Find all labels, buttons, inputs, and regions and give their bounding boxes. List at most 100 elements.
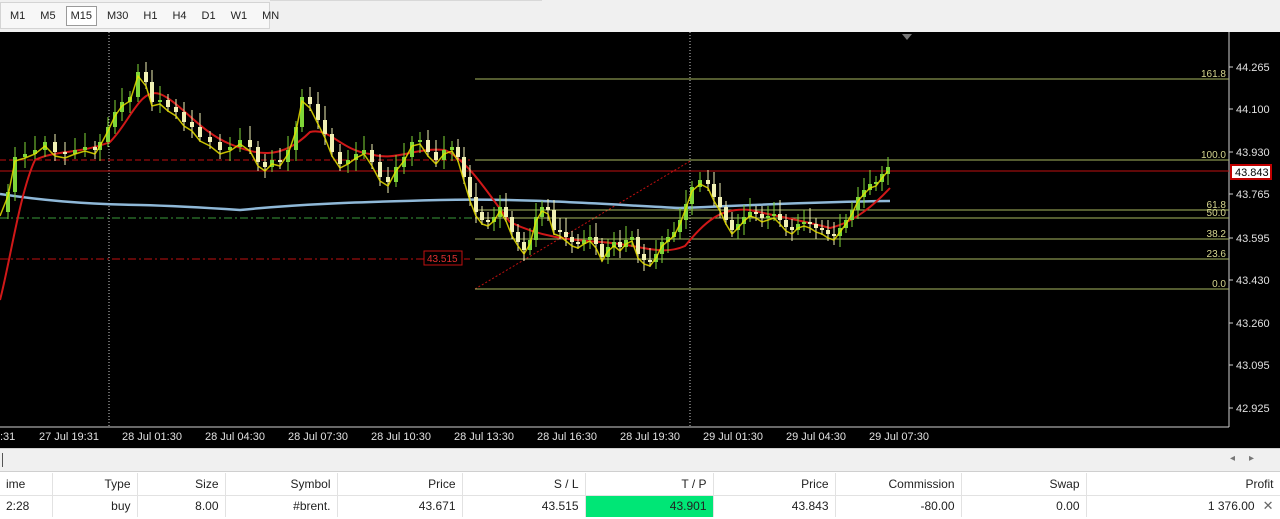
- fib-level-label: 50.0: [1207, 208, 1227, 219]
- candle-body: [174, 107, 178, 112]
- col-sl[interactable]: S / L: [462, 473, 586, 495]
- candle-body: [814, 224, 818, 228]
- candle-body: [63, 152, 67, 154]
- col-current-price[interactable]: Price: [713, 473, 836, 495]
- price-label: 43.260: [1236, 318, 1270, 330]
- chart-scrollbar[interactable]: ◂▸: [0, 448, 1280, 472]
- candle-body: [588, 237, 592, 240]
- candle-body: [474, 197, 478, 212]
- time-label: 28 Jul 04:30: [205, 431, 265, 443]
- timeframe-button-m5[interactable]: M5: [35, 6, 60, 26]
- col-time[interactable]: ime: [0, 473, 53, 495]
- fib-level-label: 100.0: [1201, 150, 1226, 161]
- candle-body: [308, 97, 312, 104]
- col-size[interactable]: Size: [137, 473, 226, 495]
- timeframe-toolbar: M1 M5 M15 M30 H1 H4 D1 W1 MN: [0, 0, 1280, 32]
- timeframe-button-group: M1 M5 M15 M30 H1 H4 D1 W1 MN: [0, 2, 279, 29]
- candle-body: [516, 232, 520, 242]
- candle-body: [630, 237, 634, 240]
- col-symbol[interactable]: Symbol: [225, 473, 338, 495]
- candle-body: [730, 220, 734, 230]
- candle-body: [486, 220, 490, 222]
- cell-time: 2:28: [0, 495, 53, 517]
- fib-level-label: 161.8: [1201, 69, 1226, 80]
- close-position-icon[interactable]: ✕: [1263, 498, 1274, 513]
- time-label: 28 Jul 10:30: [371, 431, 431, 443]
- price-chart[interactable]: 161.8 100.0 61.8 50.0 38.2 23.6 0.0 43.515 44.…: [0, 32, 1280, 448]
- price-label: 43.595: [1236, 233, 1270, 245]
- candle-body: [190, 122, 194, 127]
- candle-body: [760, 214, 764, 218]
- timeframe-button-m30[interactable]: M30: [102, 6, 133, 26]
- candle-body: [263, 162, 267, 167]
- col-tp[interactable]: T / P: [585, 473, 714, 495]
- cell-size: 8.00: [137, 495, 226, 517]
- candle-body: [53, 142, 57, 152]
- price-axis: 44.265 44.100 43.930 43.765 43.595 43.430 43.2…: [1229, 62, 1270, 415]
- candle-body: [754, 212, 758, 214]
- scrollbar-handle[interactable]: [2, 453, 3, 467]
- candle-body: [480, 212, 484, 220]
- col-price[interactable]: Price: [337, 473, 463, 495]
- candle-body: [418, 140, 422, 142]
- price-label: 43.930: [1236, 147, 1270, 159]
- timeframe-button-d1[interactable]: D1: [197, 6, 221, 26]
- candle-body: [832, 234, 836, 236]
- candle-body: [330, 134, 334, 152]
- candle-body: [778, 214, 782, 220]
- time-label: 28 Jul 13:30: [454, 431, 514, 443]
- timeframe-button-mn[interactable]: MN: [257, 6, 284, 26]
- candle-body: [378, 162, 382, 177]
- timeframe-button-h4[interactable]: H4: [167, 6, 191, 26]
- timeframe-button-w1[interactable]: W1: [226, 6, 253, 26]
- candle-body: [790, 227, 794, 230]
- time-label: 29 Jul 01:30: [703, 431, 763, 443]
- time-label: 29 Jul 07:30: [869, 431, 929, 443]
- candle-body: [182, 112, 186, 122]
- candle-body: [766, 216, 770, 218]
- candle-body: [166, 100, 170, 107]
- cell-tp[interactable]: 43.901: [585, 495, 714, 517]
- col-commission[interactable]: Commission: [835, 473, 962, 495]
- cell-sl[interactable]: 43.515: [462, 495, 586, 517]
- candle-body: [636, 237, 640, 254]
- candle-body: [316, 104, 320, 120]
- scroll-arrows-icon[interactable]: ◂▸: [1230, 453, 1268, 464]
- price-label: 43.765: [1236, 189, 1270, 201]
- candle-body: [820, 228, 824, 230]
- timeframe-button-m1[interactable]: M1: [5, 6, 30, 26]
- timeframe-button-h1[interactable]: H1: [138, 6, 162, 26]
- candle-body: [456, 147, 460, 157]
- candle-body: [338, 152, 342, 164]
- col-type[interactable]: Type: [52, 473, 138, 495]
- time-label: 28 Jul 16:30: [537, 431, 597, 443]
- price-label: 44.265: [1236, 62, 1270, 74]
- candle-body: [158, 100, 162, 102]
- trade-table: ime Type Size Symbol Price S / L T / P P…: [0, 473, 1280, 517]
- candle-body: [564, 232, 568, 237]
- fib-level-label: 23.6: [1207, 249, 1227, 260]
- col-profit[interactable]: Profit: [1086, 473, 1280, 495]
- cell-commission: -80.00: [835, 495, 962, 517]
- price-label: 43.430: [1236, 275, 1270, 287]
- candle-body: [712, 184, 716, 197]
- candle-body: [522, 242, 526, 250]
- candle-body: [808, 222, 812, 224]
- candle-body: [323, 120, 327, 134]
- candle-body: [706, 180, 710, 184]
- candle-body: [248, 140, 252, 147]
- time-label: :31: [0, 431, 15, 443]
- table-row[interactable]: 2:28 buy 8.00 #brent. 43.671 43.515 43.9…: [0, 495, 1280, 517]
- candle-body: [144, 72, 148, 82]
- candle-body: [504, 207, 508, 217]
- chart-canvas[interactable]: 161.8100.061.850.038.223.60.0 43.515 44.…: [0, 32, 1280, 448]
- profit-value: 1 376.00: [1207, 499, 1255, 514]
- candle-body: [648, 260, 652, 262]
- candle-body: [256, 147, 260, 162]
- candle-body: [278, 160, 282, 162]
- cell-profit: 1 376.00 ✕: [1086, 495, 1280, 517]
- timeframe-button-m15[interactable]: M15: [65, 5, 97, 26]
- time-label: 27 Jul 19:31: [39, 431, 99, 443]
- col-swap[interactable]: Swap: [961, 473, 1087, 495]
- stop-loss-label: 43.515: [427, 254, 458, 265]
